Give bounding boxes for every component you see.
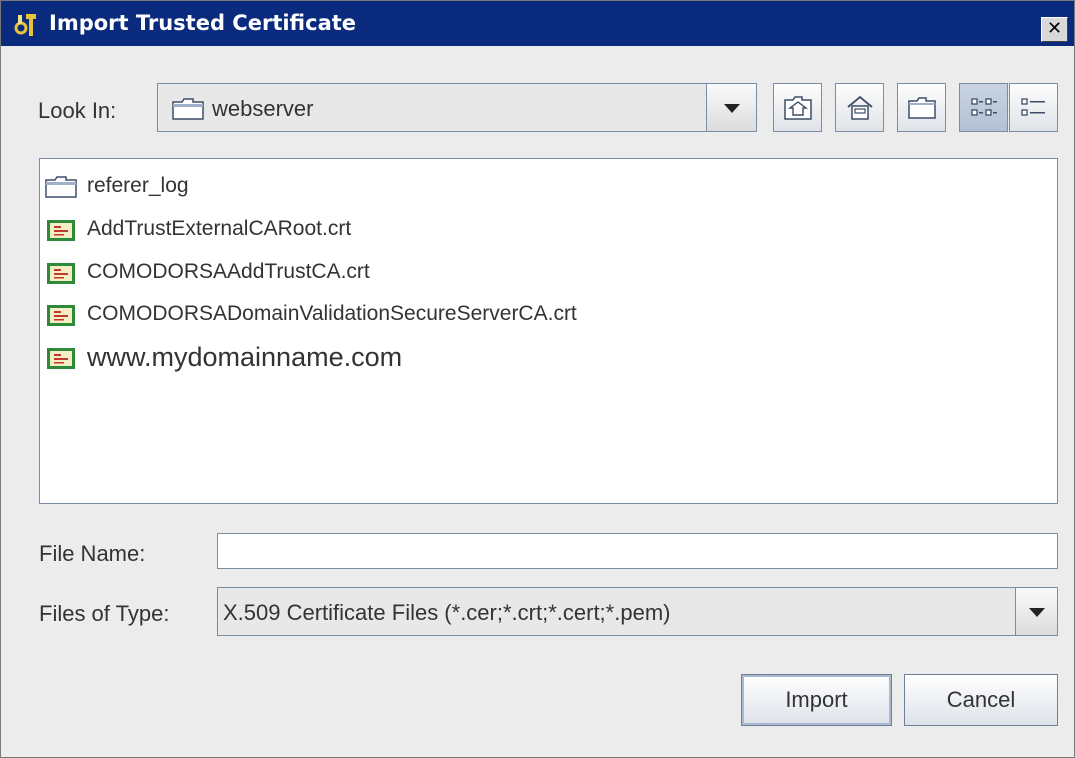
up-one-level-button[interactable] [773, 83, 822, 132]
details-view-button[interactable] [1009, 83, 1058, 132]
look-in-dropdown-arrow[interactable] [706, 84, 756, 131]
file-name-input[interactable] [217, 533, 1058, 569]
files-of-type-combo[interactable]: X.509 Certificate Files (*.cer;*.crt;*.c… [217, 587, 1058, 636]
file-name-label: File Name: [39, 541, 146, 566]
cancel-button[interactable]: Cancel [904, 674, 1058, 726]
list-view-icon [971, 98, 997, 116]
file-name: COMODORSADomainValidationSecureServerCA.… [87, 302, 577, 325]
home-icon [847, 95, 873, 120]
title-bar[interactable]: Import Trusted Certificate ✕ [1, 1, 1074, 46]
certificate-icon [45, 346, 77, 372]
details-view-icon [1021, 98, 1045, 116]
file-name: AddTrustExternalCARoot.crt [87, 217, 352, 240]
look-in-label: Look In: [38, 98, 117, 123]
files-of-type-value: X.509 Certificate Files (*.cer;*.crt;*.c… [223, 600, 671, 625]
chevron-down-icon [1028, 607, 1045, 617]
close-button[interactable]: ✕ [1041, 17, 1068, 42]
certificate-icon [45, 218, 77, 244]
folder-icon [45, 175, 77, 201]
look-in-combo[interactable]: webserver [157, 83, 757, 132]
files-of-type-label: Files of Type: [39, 601, 170, 626]
new-folder-button[interactable] [897, 83, 946, 132]
files-of-type-dropdown-arrow[interactable] [1015, 588, 1057, 635]
window-title: Import Trusted Certificate [49, 11, 357, 35]
file-name: www.mydomainname.com [87, 342, 403, 372]
look-in-value: webserver [212, 96, 314, 121]
file-name: referer_log [87, 174, 189, 197]
key-certificate-icon [13, 12, 41, 38]
certificate-icon [45, 303, 77, 329]
folder-icon [172, 98, 204, 124]
certificate-icon [45, 261, 77, 287]
import-certificate-dialog: Import Trusted Certificate ✕ Look In: we… [0, 0, 1075, 758]
list-view-button[interactable] [959, 83, 1008, 132]
up-folder-icon [784, 96, 812, 120]
chevron-down-icon [723, 103, 740, 113]
import-button[interactable]: Import [741, 674, 892, 726]
new-folder-icon [908, 97, 936, 119]
file-name: COMODORSAAddTrustCA.crt [87, 260, 370, 283]
file-list[interactable]: referer_log AddTrustExternalCARoot.crt C… [39, 158, 1058, 504]
home-button[interactable] [835, 83, 884, 132]
